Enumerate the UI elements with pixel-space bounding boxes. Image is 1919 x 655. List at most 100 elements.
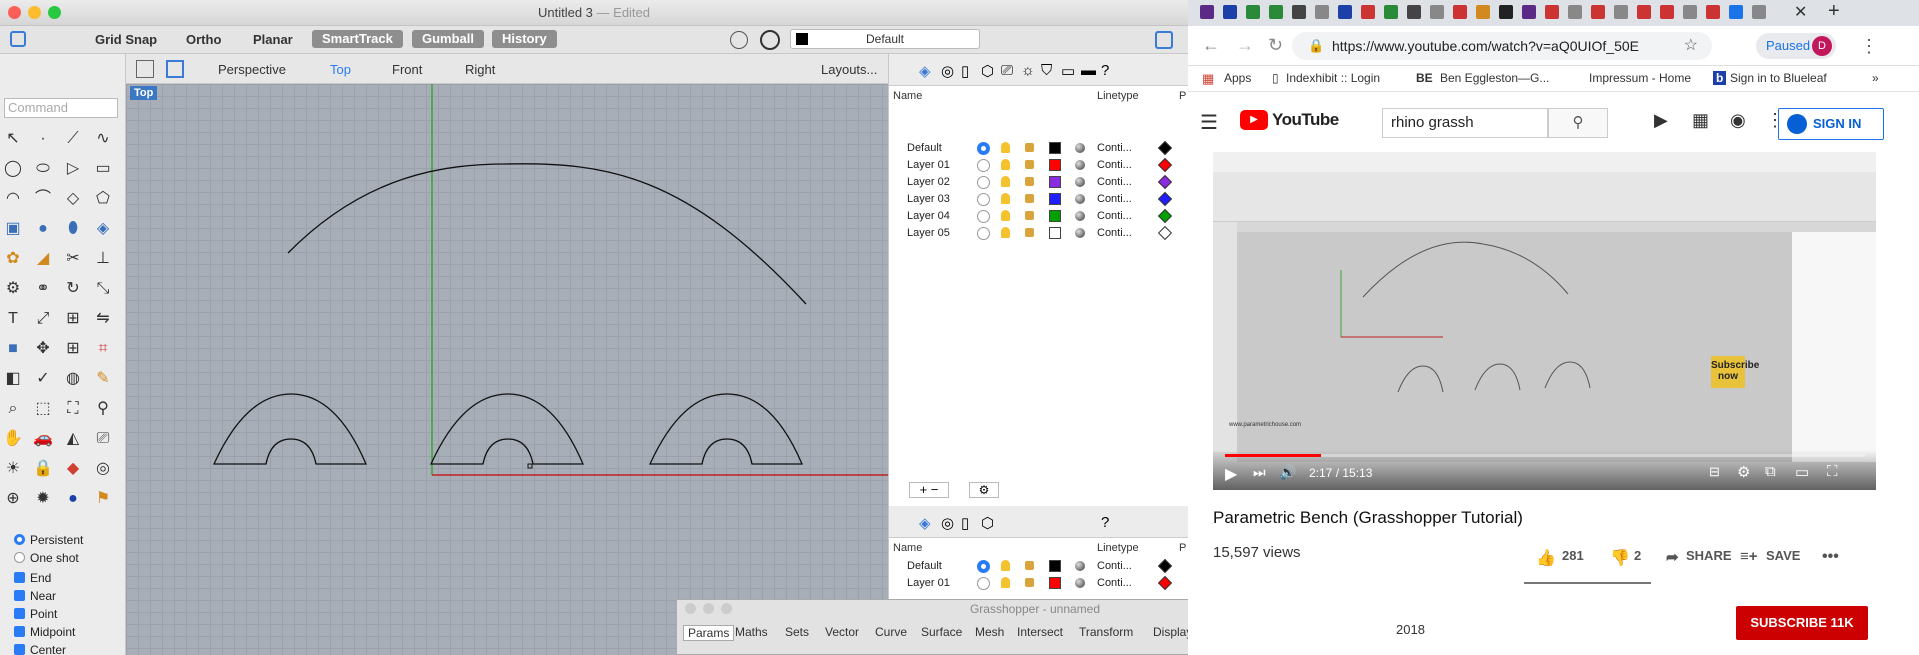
osnap-midpoint[interactable]: Midpoint (14, 625, 75, 639)
material-icon[interactable]: ◆ (62, 458, 84, 480)
browser-tab-favicon-icon[interactable] (1660, 5, 1674, 19)
linetype-label[interactable]: Conti... (1097, 210, 1132, 222)
lock-icon[interactable] (1025, 194, 1034, 203)
bookmark-impressum[interactable]: Impressum - Home (1589, 71, 1691, 85)
command-input[interactable]: Command (4, 98, 118, 118)
tab-right[interactable]: Right (465, 62, 495, 77)
print-color-diamond-icon[interactable] (1157, 208, 1173, 224)
linetype-label[interactable]: Conti... (1097, 577, 1132, 589)
bulb-icon[interactable] (1001, 159, 1010, 170)
print-color-diamond-icon[interactable] (1157, 575, 1173, 591)
next-icon[interactable]: ⏭ (1253, 464, 1266, 481)
object-tab-icon[interactable]: ⬡ (981, 62, 994, 80)
browser-tab-favicon-icon[interactable] (1246, 5, 1260, 19)
flag-icon[interactable]: ⚑ (92, 488, 114, 510)
check-icon[interactable]: ✓ (32, 368, 54, 390)
single-view-icon[interactable] (166, 60, 184, 78)
mesh-icon[interactable]: ◈ (92, 218, 114, 240)
osnap-end[interactable]: End (14, 571, 51, 585)
new-tab-icon[interactable]: + (1828, 0, 1840, 23)
print-color-diamond-icon[interactable] (1157, 558, 1173, 574)
sidebar-toggle-icon[interactable] (10, 31, 26, 47)
text-icon[interactable]: T (2, 308, 24, 330)
layer-row[interactable]: Layer 01 Conti... (889, 157, 1188, 174)
point-icon[interactable]: · (32, 128, 54, 150)
gh-tab-transform[interactable]: Transform (1079, 625, 1133, 639)
trim-icon[interactable]: ✂ (62, 248, 84, 270)
bookmarks-overflow-icon[interactable]: » (1872, 71, 1879, 85)
explode-icon[interactable]: ⚙ (2, 278, 24, 300)
gh-tab-vector[interactable]: Vector (825, 625, 859, 639)
document-tab-icon[interactable]: ▯ (961, 514, 969, 532)
bulb-icon[interactable] (1001, 176, 1010, 187)
arc-icon[interactable]: ◠ (2, 188, 24, 210)
close-tab-icon[interactable]: ✕ (1794, 2, 1807, 22)
current-layer-radio[interactable] (977, 577, 990, 590)
osnap-center[interactable]: Center (14, 643, 66, 655)
lock-icon[interactable] (1025, 211, 1034, 220)
zoom-window-icon[interactable]: ⬚ (32, 398, 54, 420)
save-button[interactable]: SAVE (1766, 548, 1800, 563)
fillet-icon[interactable]: ⌒ (32, 188, 54, 210)
layer-row[interactable]: Layer 02 Conti... (889, 174, 1188, 191)
one-shot-radio[interactable] (14, 552, 25, 563)
browser-tab-favicon-icon[interactable] (1407, 5, 1421, 19)
pen-icon[interactable]: ✎ (92, 368, 114, 390)
bulb-icon[interactable] (1001, 577, 1010, 588)
bulb-icon[interactable] (1001, 560, 1010, 571)
browser-tab-favicon-icon[interactable] (1476, 5, 1490, 19)
hamburger-menu-icon[interactable]: ☰ (1200, 110, 1218, 135)
history-toggle[interactable]: History (492, 30, 557, 48)
browser-tab-favicon-icon[interactable] (1683, 5, 1697, 19)
captions-icon[interactable]: ⊟ (1709, 464, 1720, 480)
properties-tab-icon[interactable]: ◎ (941, 62, 954, 80)
browser-tab-favicon-icon[interactable] (1223, 5, 1237, 19)
osnap-persistent[interactable]: Persistent (14, 533, 83, 547)
mirror-icon[interactable]: ⇋ (92, 308, 114, 330)
globe-icon[interactable]: ⊕ (2, 488, 24, 510)
select-icon[interactable]: ↖ (2, 128, 24, 150)
gh-close-button[interactable] (685, 603, 696, 614)
play-icon[interactable]: ▶ (1225, 464, 1237, 484)
subscribe-overlay[interactable]: Subscribe now (1711, 356, 1759, 388)
layer-row[interactable]: Default Conti... (889, 140, 1188, 157)
browser-tab-favicon-icon[interactable] (1453, 5, 1467, 19)
current-layer-radio[interactable] (977, 193, 990, 206)
rectangle-icon[interactable]: ▭ (92, 158, 114, 180)
end-checkbox[interactable] (14, 572, 25, 583)
more-actions-icon[interactable]: ••• (1822, 548, 1839, 566)
polygon-icon[interactable]: ▷ (62, 158, 84, 180)
layer-color-swatch[interactable] (1049, 176, 1061, 188)
surface-icon[interactable]: ◇ (62, 188, 84, 210)
named-view-tab-icon[interactable]: ⛉ (1041, 62, 1052, 79)
zoom-icon[interactable]: ⌕ (2, 398, 24, 420)
midpoint-checkbox[interactable] (14, 626, 25, 637)
four-view-icon[interactable] (136, 60, 154, 78)
osnap-point[interactable]: Point (14, 607, 57, 621)
layer-color-swatch[interactable] (1049, 577, 1061, 589)
browser-tab-favicon-icon[interactable] (1384, 5, 1398, 19)
material-icon[interactable] (1075, 143, 1085, 153)
create-video-icon[interactable]: ▶ (1654, 110, 1668, 131)
persistent-radio[interactable] (14, 534, 25, 545)
layer-row[interactable]: Layer 03 Conti... (889, 191, 1188, 208)
bookmark-indexhibit[interactable]: Indexhibit :: Login (1286, 71, 1380, 85)
gh-tab-surface[interactable]: Surface (921, 625, 962, 639)
ellipse-icon[interactable]: ⬭ (32, 158, 54, 180)
apps-icon[interactable]: ▦ (1692, 110, 1709, 131)
lock-icon[interactable] (1025, 143, 1034, 152)
layer-color-swatch[interactable] (1049, 227, 1061, 239)
material-icon[interactable] (1075, 561, 1085, 571)
linetype-label[interactable]: Conti... (1097, 159, 1132, 171)
bookmark-star-icon[interactable]: ☆ (1684, 32, 1698, 60)
rotate-icon[interactable]: ↻ (62, 278, 84, 300)
osnap-one-shot[interactable]: One shot (14, 551, 79, 565)
youtube-logo[interactable]: YouTube (1272, 110, 1339, 130)
fullscreen-icon[interactable]: ⛶ (1827, 463, 1838, 480)
planar-toggle[interactable]: Planar (253, 32, 293, 47)
bulb-icon[interactable] (1001, 227, 1010, 238)
circle-icon[interactable]: ◯ (2, 158, 24, 180)
ortho-toggle[interactable]: Ortho (186, 32, 221, 47)
current-layer-radio[interactable] (977, 159, 990, 172)
linetype-label[interactable]: Conti... (1097, 227, 1132, 239)
